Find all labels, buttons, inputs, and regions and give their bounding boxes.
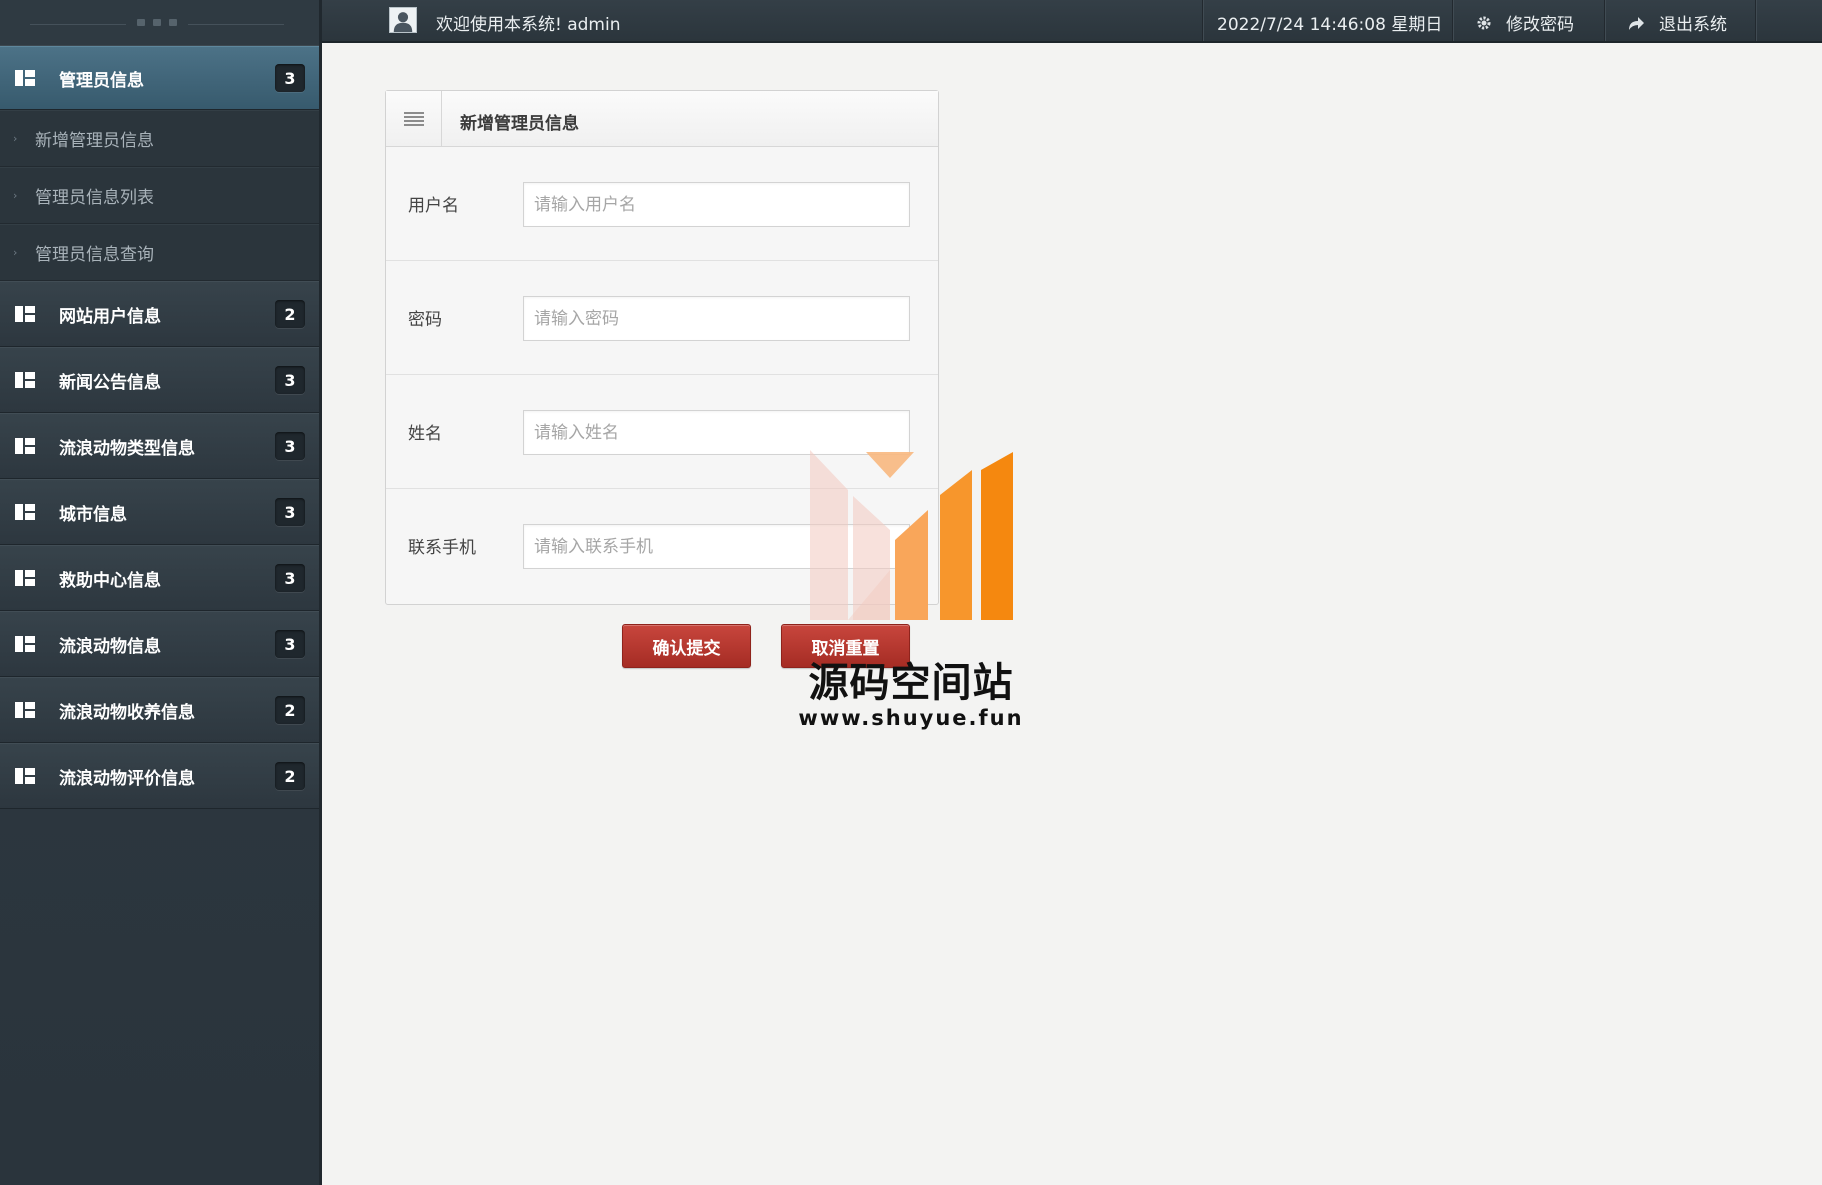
- form-row-password: 密码: [386, 261, 938, 375]
- top-bar: 欢迎使用本系统! admin 2022/7/24 14:46:08 星期日 修改…: [322, 0, 1822, 43]
- layout-icon: [15, 504, 35, 520]
- sidebar-subitem-label: 管理员信息列表: [35, 188, 154, 208]
- share-arrow-icon: [1629, 16, 1644, 30]
- menu-lines-icon: [403, 111, 424, 126]
- username-label: 用户名: [408, 196, 459, 216]
- nav-group-label: 新闻公告信息: [59, 372, 161, 393]
- sidebar-subitem[interactable]: › 新增管理员信息: [0, 110, 319, 167]
- divider: [1604, 0, 1605, 41]
- count-badge: 3: [275, 64, 305, 92]
- chevron-right-icon: ›: [13, 246, 18, 259]
- sidebar: 管理员信息 3 › 新增管理员信息 › 管理员信息列表 › 管理员信息查询 网站用户信息 2…: [0, 0, 322, 1185]
- watermark-name: 源码空间站: [808, 660, 1014, 706]
- count-badge: 2: [275, 762, 305, 790]
- change-password-link[interactable]: 修改密码: [1476, 10, 1574, 35]
- layout-icon: [15, 570, 35, 586]
- nav-group-label: 城市信息: [59, 504, 127, 525]
- count-badge: 3: [275, 366, 305, 394]
- submit-button[interactable]: 确认提交: [622, 624, 751, 668]
- count-badge: 3: [275, 564, 305, 592]
- nav-group-label: 流浪动物信息: [59, 636, 161, 657]
- logout-label: 退出系统: [1659, 15, 1727, 35]
- divider: [1452, 0, 1453, 41]
- nav-group-label: 流浪动物收养信息: [59, 702, 195, 723]
- name-input[interactable]: [523, 410, 910, 455]
- nav-group[interactable]: 新闻公告信息 3: [0, 347, 319, 413]
- nav-group-label: 流浪动物评价信息: [59, 768, 195, 789]
- welcome-text: 欢迎使用本系统! admin: [436, 15, 621, 35]
- nav-group-label: 救助中心信息: [59, 570, 161, 591]
- panel-title: 新增管理员信息: [460, 114, 579, 134]
- nav-group[interactable]: 流浪动物收养信息 2: [0, 677, 319, 743]
- sidebar-subitem-label: 管理员信息查询: [35, 245, 154, 265]
- nav-group[interactable]: 流浪动物类型信息 3: [0, 413, 319, 479]
- gear-icon: [1477, 16, 1491, 29]
- chevron-right-icon: ›: [13, 189, 18, 202]
- divider: [1202, 0, 1203, 41]
- nav-group[interactable]: 城市信息 3: [0, 479, 319, 545]
- grip-dot: [153, 19, 161, 26]
- nav-group-label: 管理员信息: [59, 70, 144, 91]
- nav-group[interactable]: 流浪动物评价信息 2: [0, 743, 319, 809]
- layout-icon: [15, 438, 35, 454]
- nav-group[interactable]: 流浪动物信息 3: [0, 611, 319, 677]
- layout-icon: [15, 306, 35, 322]
- sidebar-subitem-label: 新增管理员信息: [35, 131, 154, 151]
- layout-icon: [15, 372, 35, 388]
- user-avatar-icon: [389, 7, 417, 33]
- count-badge: 2: [275, 696, 305, 724]
- layout-icon: [15, 636, 35, 652]
- name-label: 姓名: [408, 424, 442, 444]
- count-badge: 3: [275, 630, 305, 658]
- grip-dot: [137, 19, 145, 26]
- nav-group-admin-info[interactable]: 管理员信息 3: [0, 46, 319, 110]
- username-input[interactable]: [523, 182, 910, 227]
- panel-header: 新增管理员信息: [386, 91, 938, 147]
- nav-group[interactable]: 救助中心信息 3: [0, 545, 319, 611]
- current-datetime: 2022/7/24 14:46:08 星期日: [1217, 15, 1443, 35]
- divider: [1755, 0, 1756, 41]
- password-input[interactable]: [523, 296, 910, 341]
- count-badge: 3: [275, 498, 305, 526]
- chevron-right-icon: ›: [13, 132, 18, 145]
- count-badge: 3: [275, 432, 305, 460]
- sidebar-subitem[interactable]: › 管理员信息列表: [0, 167, 319, 224]
- layout-icon: [15, 768, 35, 784]
- nav-group-label: 流浪动物类型信息: [59, 438, 195, 459]
- panel-menu-box: [386, 91, 442, 146]
- grip-dot: [169, 19, 177, 26]
- sidebar-grip[interactable]: [0, 0, 319, 46]
- layout-icon: [15, 70, 35, 86]
- logout-link[interactable]: 退出系统: [1627, 10, 1727, 35]
- nav-group[interactable]: 网站用户信息 2: [0, 281, 319, 347]
- nav-group-label: 网站用户信息: [59, 306, 161, 327]
- password-label: 密码: [408, 310, 442, 330]
- phone-label: 联系手机: [408, 538, 476, 558]
- sidebar-subitem[interactable]: › 管理员信息查询: [0, 224, 319, 281]
- watermark-url: www.shuyue.fun: [798, 706, 1024, 730]
- count-badge: 2: [275, 300, 305, 328]
- change-password-label: 修改密码: [1506, 15, 1574, 35]
- layout-icon: [15, 702, 35, 718]
- form-row-username: 用户名: [386, 147, 938, 261]
